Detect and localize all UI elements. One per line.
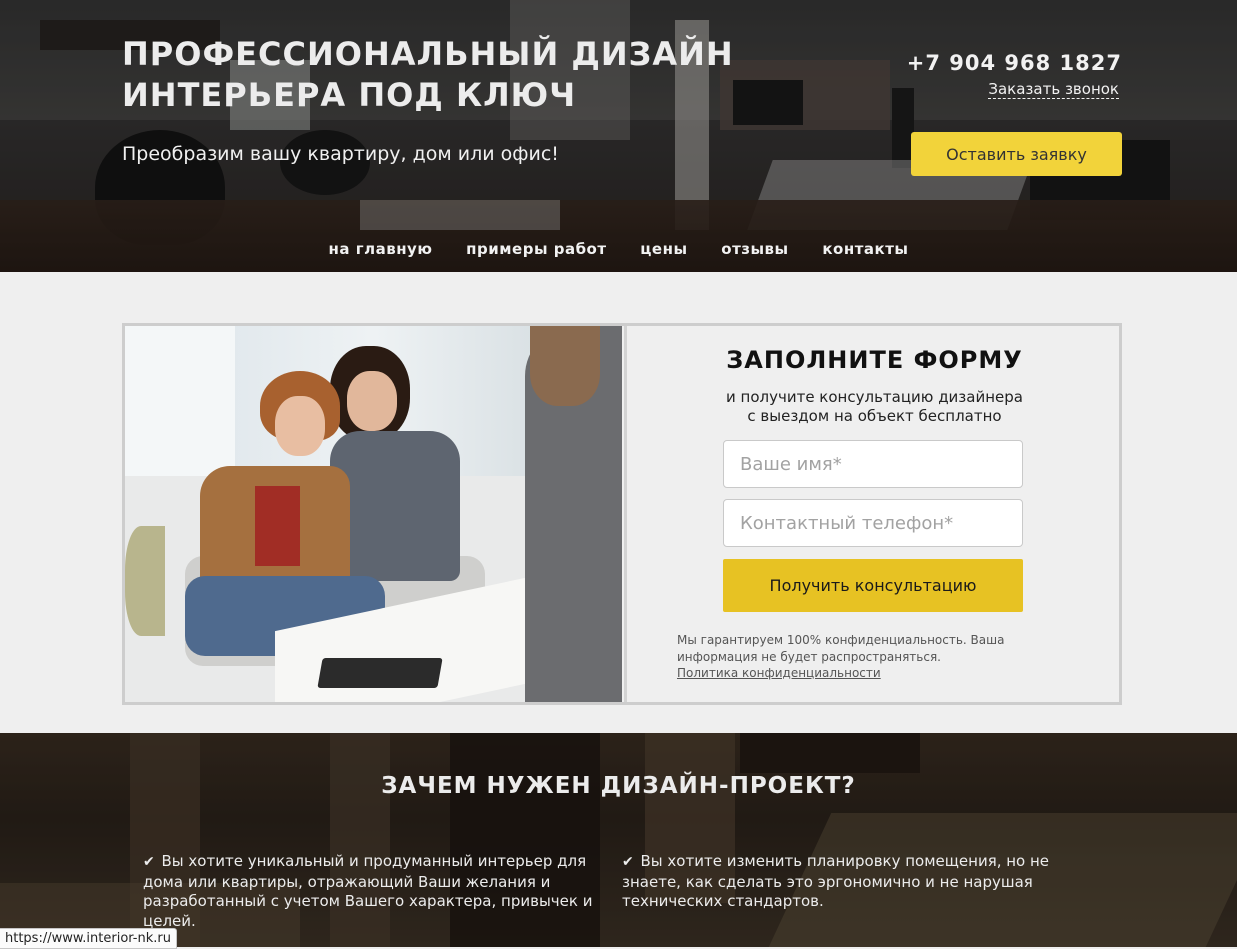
consultation-panel: ЗАПОЛНИТЕ ФОРМУ и получите консультацию … (122, 323, 1122, 705)
privacy-text: Мы гарантируем 100% конфиденциальность. … (677, 633, 1005, 664)
name-input[interactable] (723, 440, 1023, 488)
hero-subtitle: Преобразим вашу квартиру, дом или офис! (122, 143, 559, 165)
phone-input[interactable] (723, 499, 1023, 547)
hero-section: ПРОФЕССИОНАЛЬНЫЙ ДИЗАЙН ИНТЕРЬЕРА ПОД КЛ… (0, 0, 1237, 272)
form-description-line1: и получите консультацию дизайнера (726, 388, 1023, 406)
main-nav: на главную примеры работ цены отзывы кон… (0, 240, 1237, 258)
phone-number[interactable]: +7 904 968 1827 (907, 51, 1122, 75)
why-item-text: Вы хотите изменить планировку помещения,… (622, 852, 1050, 910)
nav-item-home[interactable]: на главную (329, 240, 433, 258)
form-description-line2: с выездом на объект бесплатно (747, 407, 1002, 425)
callback-link[interactable]: Заказать звонок (988, 80, 1119, 99)
why-section: ЗАЧЕМ НУЖЕН ДИЗАЙН-ПРОЕКТ? ✔ Вы хотите у… (0, 733, 1237, 947)
nav-item-reviews[interactable]: отзывы (721, 240, 788, 258)
why-item-text: Вы хотите уникальный и продуманный интер… (143, 852, 593, 930)
form-title: ЗАПОЛНИТЕ ФОРМУ (726, 346, 1023, 374)
why-item: ✔ Вы хотите изменить планировку помещени… (622, 852, 1082, 912)
check-icon: ✔ (622, 854, 634, 870)
request-button[interactable]: Оставить заявку (911, 132, 1122, 176)
nav-item-prices[interactable]: цены (640, 240, 687, 258)
page-title: ПРОФЕССИОНАЛЬНЫЙ ДИЗАЙН ИНТЕРЬЕРА ПОД КЛ… (122, 35, 734, 114)
privacy-policy-link[interactable]: Политика конфиденциальности (677, 665, 1057, 682)
browser-status-bar: https://www.interior-nk.ru (0, 928, 177, 949)
nav-item-portfolio[interactable]: примеры работ (466, 240, 606, 258)
consultation-form: ЗАПОЛНИТЕ ФОРМУ и получите консультацию … (624, 326, 1122, 702)
privacy-note: Мы гарантируем 100% конфиденциальность. … (677, 632, 1057, 682)
why-title: ЗАЧЕМ НУЖЕН ДИЗАЙН-ПРОЕКТ? (381, 773, 856, 799)
get-consultation-button[interactable]: Получить консультацию (723, 559, 1023, 612)
why-item: ✔ Вы хотите уникальный и продуманный инт… (143, 852, 603, 931)
nav-item-contacts[interactable]: контакты (822, 240, 908, 258)
consultation-photo (125, 326, 622, 702)
form-description: и получите консультацию дизайнера с выез… (627, 388, 1122, 426)
check-icon: ✔ (143, 854, 155, 870)
